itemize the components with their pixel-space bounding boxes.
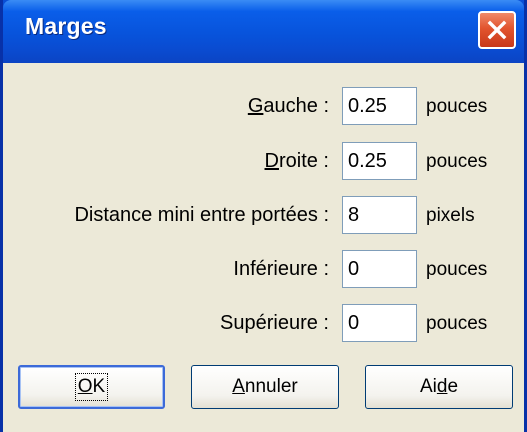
- bottom-margin-input[interactable]: [342, 250, 417, 288]
- right-margin-input[interactable]: [342, 142, 417, 180]
- staff-distance-input[interactable]: [342, 196, 417, 234]
- field-unit-top: pouces: [426, 313, 488, 334]
- help-button-label: Aide: [419, 376, 459, 397]
- close-button[interactable]: [478, 11, 516, 49]
- ok-button[interactable]: OK: [18, 365, 165, 409]
- top-margin-input[interactable]: [342, 304, 417, 342]
- field-unit-left: pouces: [426, 96, 488, 117]
- left-margin-input[interactable]: [342, 87, 417, 125]
- ok-button-label: OK: [74, 373, 109, 401]
- field-unit-bottom: pouces: [426, 259, 488, 280]
- field-unit-staff-distance: pixels: [426, 205, 475, 226]
- field-row-staff-distance: Distance mini entre portées : pixels: [3, 196, 524, 236]
- field-row-left: Gauche : pouces: [3, 87, 524, 127]
- field-label-right: Droite :: [264, 150, 329, 172]
- field-row-bottom: Inférieure : pouces: [3, 250, 524, 290]
- cancel-button-label: Annuler: [232, 376, 298, 397]
- field-label-bottom: Inférieure :: [233, 258, 329, 280]
- title-bar[interactable]: Marges: [3, 0, 524, 63]
- field-row-top: Supérieure : pouces: [3, 304, 524, 344]
- field-unit-right: pouces: [426, 151, 488, 172]
- dialog-body: Gauche : pouces Droite : pouces Distance…: [3, 63, 524, 432]
- field-label-staff-distance: Distance mini entre portées :: [74, 204, 329, 226]
- field-label-top: Supérieure :: [220, 312, 329, 334]
- field-label-left: Gauche :: [247, 95, 329, 117]
- dialog-window: Marges Gauche : pouces Droite : pouces D…: [0, 0, 527, 432]
- cancel-button[interactable]: Annuler: [191, 365, 339, 409]
- dialog-title: Marges: [25, 13, 107, 39]
- field-row-right: Droite : pouces: [3, 142, 524, 182]
- close-x-icon: [487, 20, 507, 40]
- help-button[interactable]: Aide: [365, 365, 513, 409]
